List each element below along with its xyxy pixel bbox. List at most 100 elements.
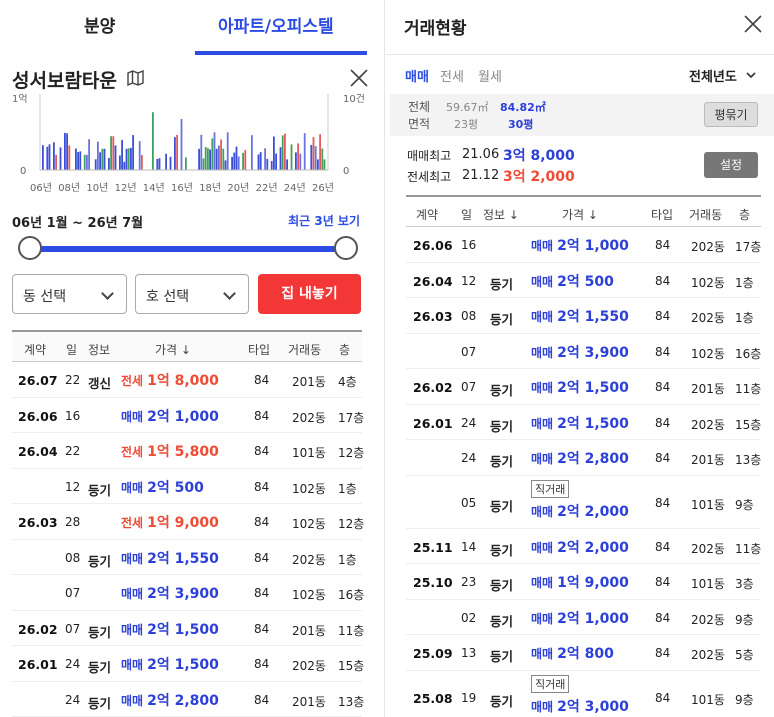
table-row[interactable]: 26.01 24 등기 매매 2억 1,500 84 202동 15층	[406, 405, 761, 440]
unit-type: 84	[254, 408, 270, 423]
area-84[interactable]: 84.82㎡	[500, 99, 546, 115]
chevron-down-icon	[101, 287, 114, 300]
ho-select-label: 호 선택	[146, 289, 190, 305]
table-row[interactable]: 25.08 19 등기 직거래 매매 2억 3,000 84 101동 9층	[406, 671, 761, 717]
contract-day: 23	[461, 575, 477, 589]
contract-date: 26.02	[18, 621, 58, 637]
group-pyeong-button[interactable]: 평묶기	[704, 102, 758, 127]
price-value: 2억 1,500	[557, 380, 629, 396]
col-info[interactable]: 정보 ↓	[483, 206, 519, 223]
trade-dong: 202동	[691, 417, 725, 432]
col-price[interactable]: 가격 ↓	[155, 341, 191, 358]
sell-house-button[interactable]: 집 내놓기	[258, 274, 361, 314]
trade-dong: 202동	[292, 552, 326, 567]
settings-button[interactable]: 설정	[704, 152, 758, 178]
trade-floor: 16층	[735, 346, 762, 361]
trade-kind: 전세	[121, 445, 144, 459]
trade-floor: 17층	[338, 410, 365, 425]
chart-bar	[42, 145, 44, 170]
dong-select[interactable]: 동 선택	[12, 274, 127, 314]
table-row[interactable]: 26.02 07 등기 매매 2억 1,500 84 201동 11층	[12, 611, 364, 646]
trade-price: 매매 2억 1,550	[531, 306, 629, 326]
area-59[interactable]: 59.67㎡	[446, 99, 489, 115]
ho-select[interactable]: 호 선택	[135, 274, 249, 314]
period-slider-track[interactable]	[30, 246, 346, 252]
price-value: 1억 9,000	[557, 575, 629, 591]
table-row[interactable]: 26.04 12 등기 매매 2억 500 84 102동 1층	[406, 263, 761, 298]
col-price[interactable]: 가격 ↓	[562, 206, 598, 223]
trade-price: 매매 2억 2,800	[121, 690, 219, 710]
table-row[interactable]: 26.07 22 갱신 전세 1억 8,000 84 201동 4층	[12, 362, 362, 398]
table-row[interactable]: 05 등기 직거래 매매 2억 2,000 84 101동 9층	[406, 476, 761, 529]
table-row[interactable]: 07 매매 2억 3,900 84 102동 16층	[12, 575, 364, 611]
x-tick-label: 12년	[115, 182, 137, 194]
trade-dong: 102동	[292, 517, 326, 531]
x-tick-label: 14년	[143, 182, 165, 194]
trade-dong: 101동	[691, 497, 725, 512]
period-slider-start-handle[interactable]	[18, 236, 42, 260]
year-select[interactable]: 전체년도	[689, 66, 737, 85]
unit-type: 84	[655, 238, 671, 252]
map-icon[interactable]	[127, 70, 144, 86]
chart-bar	[141, 155, 143, 170]
table-row[interactable]: 25.11 14 등기 매매 2억 2,000 84 202동 11층	[406, 529, 761, 564]
close-icon[interactable]	[743, 14, 763, 34]
table-row[interactable]: 26.03 08 등기 매매 2억 1,550 84 202동 1층	[406, 298, 761, 334]
table-row[interactable]: 25.09 13 등기 매매 2억 800 84 202동 5층	[406, 635, 761, 671]
table-row[interactable]: 26.04 22 전세 1억 5,800 84 101동 12층	[12, 433, 365, 469]
price-value: 2억 1,000	[557, 610, 629, 627]
table-row[interactable]: 26.06 16 매매 2억 1,000 84 202동 17층	[12, 398, 365, 433]
table-row[interactable]: 26.03 28 전세 1억 9,000 84 102동 12층	[12, 504, 364, 540]
tab-presale[interactable]: 분양	[84, 12, 115, 37]
trade-info: 등기	[490, 312, 514, 327]
trade-info: 등기	[490, 383, 514, 398]
table-row[interactable]: 26.06 16 매매 2억 1,000 84 202동 17층	[406, 227, 761, 263]
table-row[interactable]: 08 등기 매매 2억 1,550 84 202동 1층	[12, 540, 362, 575]
x-tick-label: 20년	[227, 182, 249, 194]
col-contract[interactable]: 계약	[24, 341, 46, 358]
trade-floor: 9층	[735, 497, 754, 512]
chart-bar	[270, 161, 273, 170]
recent-3y-link[interactable]: 최근 3년 보기	[288, 212, 360, 229]
tab-jeonse[interactable]: 전세	[440, 66, 464, 85]
table-row[interactable]: 26.01 24 등기 매매 2억 1,500 84 202동 15층	[12, 646, 364, 682]
tab-sale[interactable]: 매매	[405, 66, 429, 85]
chart-bar	[281, 135, 284, 170]
col-contract[interactable]: 계약	[416, 206, 438, 223]
unit-type: 84	[655, 273, 671, 288]
period-slider-end-handle[interactable]	[334, 236, 358, 260]
price-value: 2억 3,000	[557, 698, 629, 715]
chart-bar	[209, 149, 211, 170]
table-row[interactable]: 25.10 23 등기 매매 1억 9,000 84 101동 3층	[406, 564, 761, 600]
chart-bar	[103, 148, 106, 170]
area-label-all[interactable]: 전체	[408, 98, 430, 115]
chevron-down-icon[interactable]	[746, 70, 756, 80]
chart-bar	[279, 147, 282, 170]
area-84-pyeong: 30평	[508, 118, 534, 131]
close-icon[interactable]	[348, 67, 370, 89]
trade-kind: 매매	[531, 345, 554, 360]
trade-floor: 12층	[338, 446, 365, 460]
contract-date: 26.01	[18, 657, 58, 672]
area-59-pyeong: 23평	[454, 118, 479, 131]
trade-floor: 11층	[735, 382, 762, 396]
contract-date: 26.06	[18, 408, 58, 424]
trade-floor: 1층	[735, 311, 754, 325]
chart-bar	[48, 144, 51, 170]
table-row[interactable]: 24 등기 매매 2억 2,800 84 201동 13층	[12, 682, 364, 717]
unit-type: 84	[254, 444, 270, 458]
right-table-header: 계약 일 정보 ↓ 가격 ↓ 타입 거래동 층	[406, 195, 761, 227]
tab-monthly[interactable]: 월세	[478, 66, 502, 85]
unit-type: 84	[655, 415, 671, 430]
price-value: 2억 1,000	[557, 238, 629, 254]
table-row[interactable]: 12 등기 매매 2억 500 84 102동 1층	[12, 469, 362, 504]
table-row[interactable]: 02 등기 매매 2억 1,000 84 202동 9층	[406, 600, 761, 635]
table-row[interactable]: 26.02 07 등기 매매 2억 1,500 84 201동 11층	[406, 369, 761, 405]
table-row[interactable]: 07 매매 2억 3,900 84 102동 16층	[406, 334, 762, 369]
trade-kind: 매매	[531, 576, 554, 590]
tab-apartment-officetel[interactable]: 아파트/오피스텔	[218, 12, 334, 37]
table-row[interactable]: 24 등기 매매 2억 2,800 84 201동 13층	[406, 440, 761, 476]
trade-kind: 매매	[531, 416, 554, 431]
contract-day: 24	[65, 657, 81, 671]
chart-bar	[119, 155, 121, 170]
